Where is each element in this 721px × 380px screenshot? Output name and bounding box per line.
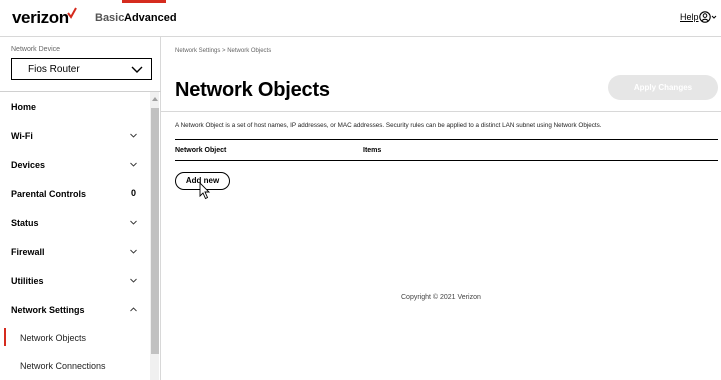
sidebar-item-parental-controls[interactable]: Parental Controls 0	[0, 179, 147, 208]
chevron-up-icon	[130, 307, 137, 312]
network-device-label: Network Device	[11, 46, 61, 53]
sidebar-item-label: Network Settings	[11, 305, 85, 315]
sidebar-item-label: Parental Controls	[11, 189, 87, 199]
network-device-select[interactable]: Fios Router	[11, 58, 152, 80]
chevron-down-icon	[131, 66, 143, 73]
parental-controls-count: 0	[131, 188, 137, 198]
sidebar-item-label: Firewall	[11, 247, 45, 257]
chevron-down-icon	[130, 220, 137, 225]
active-tab-indicator	[122, 0, 166, 3]
apply-changes-button[interactable]: Apply Changes	[608, 75, 718, 100]
chevron-down-icon	[130, 278, 137, 283]
page-description: A Network Object is a set of host names,…	[175, 122, 602, 129]
sidebar-item-wifi[interactable]: Wi-Fi	[0, 121, 147, 150]
sidebar-menu: Home Wi-Fi Devices Parental Controls 0 S…	[0, 92, 147, 380]
sidebar-scrollbar-thumb[interactable]	[151, 108, 159, 354]
sidebar-subitem-label: Network Objects	[20, 333, 87, 343]
sidebar-subitem-network-connections[interactable]: Network Connections	[0, 352, 147, 380]
copyright-text: Copyright © 2021 Verizon	[401, 294, 481, 301]
sidebar-item-label: Devices	[11, 160, 46, 170]
header-divider	[161, 111, 721, 112]
sidebar-item-network-settings[interactable]: Network Settings	[0, 295, 147, 324]
scroll-up-arrow-icon[interactable]	[152, 97, 158, 101]
column-header-items: Items	[363, 147, 382, 154]
sidebar-item-devices[interactable]: Devices	[0, 150, 147, 179]
tab-basic[interactable]: Basic	[95, 12, 124, 24]
sidebar-item-label: Wi-Fi	[11, 131, 33, 141]
sidebar-subitem-label: Network Connections	[20, 361, 106, 371]
chevron-down-icon	[130, 133, 137, 138]
tab-advanced[interactable]: Advanced	[124, 12, 177, 24]
sidebar-item-status[interactable]: Status	[0, 208, 147, 237]
sidebar: Network Device Fios Router Home Wi-Fi De…	[0, 37, 161, 380]
sidebar-item-label: Utilities	[11, 276, 44, 286]
sidebar-item-home[interactable]: Home	[0, 92, 147, 121]
verizon-logo[interactable]: verizon	[12, 8, 69, 28]
table-header-border	[175, 160, 718, 161]
network-device-value: Fios Router	[28, 64, 80, 75]
sidebar-item-firewall[interactable]: Firewall	[0, 237, 147, 266]
sidebar-item-utilities[interactable]: Utilities	[0, 266, 147, 295]
breadcrumb[interactable]: Network Settings > Network Objects	[175, 48, 271, 54]
sidebar-item-label: Status	[11, 218, 39, 228]
table-top-border	[175, 139, 718, 140]
top-bar: verizon Basic Advanced Help	[0, 0, 721, 37]
chevron-down-icon	[130, 249, 137, 254]
user-account-icon[interactable]	[699, 10, 717, 24]
mouse-pointer-icon	[199, 182, 211, 200]
logo-check-icon	[67, 7, 77, 19]
column-header-network-object: Network Object	[175, 147, 227, 154]
sidebar-subitem-network-objects[interactable]: Network Objects	[0, 324, 147, 352]
chevron-down-icon	[130, 162, 137, 167]
help-link[interactable]: Help	[680, 12, 699, 22]
page-title: Network Objects	[175, 79, 330, 101]
sidebar-item-label: Home	[11, 102, 37, 112]
